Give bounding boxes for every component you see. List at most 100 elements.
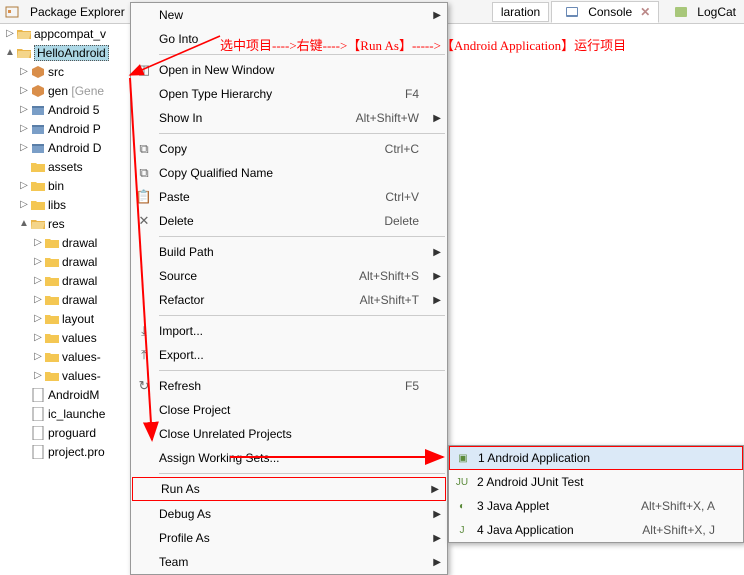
tree-label: values (62, 331, 97, 345)
folder-icon (44, 311, 60, 327)
menu-source[interactable]: SourceAlt+Shift+S▶ (131, 264, 447, 288)
menu-label: Import... (159, 324, 439, 338)
menu-copy-qualified-name[interactable]: ⧉Copy Qualified Name (131, 161, 447, 185)
expand-arrow-icon[interactable]: ▷ (32, 237, 44, 248)
tree-item-drawal[interactable]: ▷drawal (0, 290, 130, 309)
tree-item-assets[interactable]: assets (0, 157, 130, 176)
expand-arrow-icon[interactable]: ▷ (32, 370, 44, 381)
menu-label: Copy Qualified Name (159, 166, 439, 180)
expand-arrow-icon[interactable]: ▷ (18, 199, 30, 210)
panel-title: Package Explorer (24, 5, 131, 19)
tree-item-values-[interactable]: ▷values- (0, 347, 130, 366)
submenu-label: 3 Java Applet (477, 499, 641, 513)
tree-item-helloandroid[interactable]: ▲ HelloAndroid (0, 43, 130, 62)
tree-item-gen[interactable]: ▷ gen [Gene (0, 81, 130, 100)
menu-refactor[interactable]: RefactorAlt+Shift+T▶ (131, 288, 447, 312)
expand-arrow-icon[interactable]: ▷ (18, 142, 30, 153)
tab-logcat[interactable]: LogCat (661, 2, 744, 22)
expand-arrow-icon[interactable]: ▷ (18, 123, 30, 134)
tree-item-libs[interactable]: ▷libs (0, 195, 130, 214)
menu-shortcut: Alt+Shift+S (359, 269, 439, 283)
menu-label: Open Type Hierarchy (159, 87, 405, 101)
menu-copy[interactable]: ⧉CopyCtrl+C (131, 137, 447, 161)
expand-arrow-icon[interactable]: ▷ (18, 85, 30, 96)
submenu-android-junit-test[interactable]: JU2 Android JUnit Test (449, 470, 743, 494)
tree-item-drawal[interactable]: ▷ drawal (0, 252, 130, 271)
menu-refresh[interactable]: ↻RefreshF5 (131, 374, 447, 398)
menu-new[interactable]: New▶ (131, 3, 447, 27)
expand-arrow-icon[interactable]: ▷ (32, 313, 44, 324)
tree-item-res[interactable]: ▲ res (0, 214, 130, 233)
tab-declaration[interactable]: laration (492, 2, 549, 22)
tree-item-bin[interactable]: ▷bin (0, 176, 130, 195)
tree-label: gen [Gene (48, 84, 104, 98)
menu-open-in-new-window[interactable]: ◫Open in New Window (131, 58, 447, 82)
menu-import-[interactable]: ⤓Import... (131, 319, 447, 343)
tree-item-proguard[interactable]: proguard (0, 423, 130, 442)
menu-export-[interactable]: ⤒Export... (131, 343, 447, 367)
expand-arrow-icon[interactable]: ▷ (18, 180, 30, 191)
menu-build-path[interactable]: Build Path▶ (131, 240, 447, 264)
tree-item-ic_launche[interactable]: ic_launche (0, 404, 130, 423)
logcat-icon (673, 4, 689, 20)
submenu-arrow-icon: ▶ (433, 113, 441, 124)
folder-icon (44, 292, 60, 308)
tree-item-androidm[interactable]: AndroidM (0, 385, 130, 404)
expand-arrow-icon[interactable]: ▷ (32, 351, 44, 362)
tree-label: project.pro (48, 445, 105, 459)
submenu-java-applet[interactable]: ◐3 Java AppletAlt+Shift+X, A (449, 494, 743, 518)
tree-item-project-pro[interactable]: project.pro (0, 442, 130, 461)
menu-paste[interactable]: 📋PasteCtrl+V (131, 185, 447, 209)
tree-item-values[interactable]: ▷ values (0, 328, 130, 347)
tree-item-android-p[interactable]: ▷Android P (0, 119, 130, 138)
menu-assign-working-sets-[interactable]: Assign Working Sets... (131, 446, 447, 470)
menu-profile-as[interactable]: Profile As▶ (131, 526, 447, 550)
folder-icon (44, 235, 60, 251)
menu-run-as[interactable]: Run As▶ (132, 477, 446, 501)
menu-close-project[interactable]: Close Project (131, 398, 447, 422)
expand-arrow-icon[interactable]: ▲ (18, 218, 30, 229)
tree-label: res (48, 217, 65, 231)
menu-delete[interactable]: ✕DeleteDelete (131, 209, 447, 233)
folder-icon (30, 197, 46, 213)
menu-open-type-hierarchy[interactable]: Open Type HierarchyF4 (131, 82, 447, 106)
folder-icon (30, 178, 46, 194)
expand-arrow-icon[interactable]: ▷ (18, 104, 30, 115)
package-explorer-icon (4, 4, 20, 20)
tree-panel[interactable]: ▷appcompat_v▲HelloAndroid▷src▷gen [Gene▷… (0, 24, 130, 525)
tree-label: ic_launche (48, 407, 105, 421)
menu-separator (159, 473, 445, 474)
submenu-label: 1 Android Application (478, 451, 734, 465)
menu-label: Source (159, 269, 359, 283)
context-menu: New▶Go Into◫Open in New WindowOpen Type … (130, 2, 448, 575)
menu-show-in[interactable]: Show InAlt+Shift+W▶ (131, 106, 447, 130)
tree-label: drawal (62, 274, 97, 288)
tree-label: HelloAndroid (34, 45, 109, 61)
tree-item-android-5[interactable]: ▷Android 5 (0, 100, 130, 119)
submenu-label: 2 Android JUnit Test (477, 475, 735, 489)
tree-item-appcompat_v[interactable]: ▷appcompat_v (0, 24, 130, 43)
submenu-java-application[interactable]: J4 Java ApplicationAlt+Shift+X, J (449, 518, 743, 542)
expand-arrow-icon[interactable]: ▷ (18, 66, 30, 77)
tree-label: drawal (62, 255, 97, 269)
expand-arrow-icon[interactable]: ▲ (4, 47, 16, 58)
menu-label: Refactor (159, 293, 360, 307)
menu-close-unrelated-projects[interactable]: Close Unrelated Projects (131, 422, 447, 446)
submenu-android-application[interactable]: ▣1 Android Application (449, 446, 743, 470)
expand-arrow-icon[interactable]: ▷ (32, 256, 44, 267)
close-icon[interactable]: ✕ (640, 5, 650, 19)
tree-item-values-[interactable]: ▷values- (0, 366, 130, 385)
tree-item-drawal[interactable]: ▷drawal (0, 233, 130, 252)
expand-arrow-icon[interactable]: ▷ (32, 275, 44, 286)
expand-arrow-icon[interactable]: ▷ (32, 294, 44, 305)
expand-arrow-icon[interactable]: ▷ (4, 28, 16, 39)
tree-item-drawal[interactable]: ▷ drawal (0, 271, 130, 290)
tab-console[interactable]: Console ✕ (551, 1, 659, 23)
menu-team[interactable]: Team▶ (131, 550, 447, 574)
annotation-text: 选中项目---->右键---->【Run As】----->【Android A… (220, 35, 626, 54)
tree-item-src[interactable]: ▷src (0, 62, 130, 81)
menu-debug-as[interactable]: Debug As▶ (131, 502, 447, 526)
expand-arrow-icon[interactable]: ▷ (32, 332, 44, 343)
tree-item-layout[interactable]: ▷layout (0, 309, 130, 328)
tree-item-android-d[interactable]: ▷Android D (0, 138, 130, 157)
